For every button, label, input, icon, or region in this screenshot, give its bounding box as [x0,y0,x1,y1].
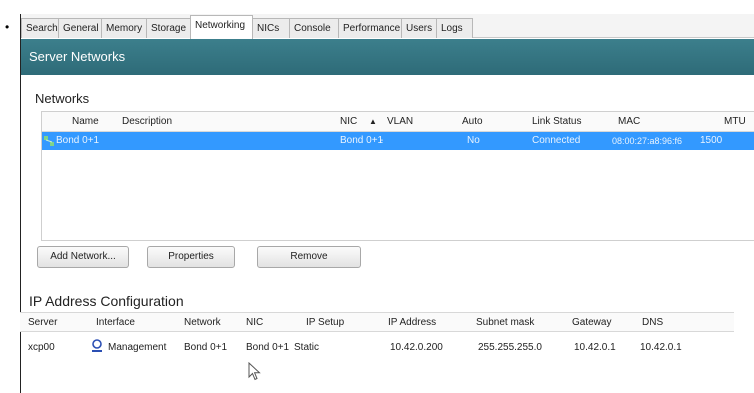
ip-config-table-header: Server Interface Network NIC IP Setup IP… [20,312,734,332]
tab-general[interactable]: General [58,18,102,38]
network-auto-cell: No [467,135,480,146]
networks-table-header: Name Description NIC ▲ VLAN Auto Link St… [42,112,754,132]
networks-table: Name Description NIC ▲ VLAN Auto Link St… [41,111,754,241]
network-mac-cell: 08:00:27:a8:96:f6 [612,136,683,146]
ip-config-section-title: IP Address Configuration [29,293,184,309]
ip-dns-cell: 10.42.0.1 [640,342,682,353]
column-header-nic[interactable]: NIC [246,317,263,328]
ip-nic-cell: Bond 0+1 [246,342,290,353]
ip-server-cell: xcp00 [28,342,55,353]
column-header-interface[interactable]: Interface [96,317,135,328]
network-mtu-cell: 1500 [700,135,723,146]
tab-networking[interactable]: Networking [190,15,253,39]
column-header-dns[interactable]: DNS [642,317,663,328]
tab-storage[interactable]: Storage [146,18,191,38]
column-header-subnet-mask[interactable]: Subnet mask [476,317,534,328]
network-nic-cell: Bond 0+1 [340,135,384,146]
network-name-cell: Bond 0+1 [56,135,100,146]
tab-search[interactable]: Search [21,18,59,38]
sort-ascending-icon: ▲ [369,117,377,126]
network-icon [44,136,54,146]
column-header-server[interactable]: Server [28,317,57,328]
column-header-ip-setup[interactable]: IP Setup [306,317,344,328]
cropped-caption [0,0,754,5]
header-banner: Server Networks [21,39,754,75]
network-link-status-cell: Connected [532,135,581,146]
tab-logs[interactable]: Logs [436,18,473,38]
remove-button[interactable]: Remove [257,246,361,268]
column-header-gateway[interactable]: Gateway [572,317,611,328]
tab-performance[interactable]: Performance [338,18,402,38]
networks-section-title: Networks [35,91,90,106]
mouse-pointer-icon [248,362,261,381]
column-header-network[interactable]: Network [184,317,221,328]
management-interface-icon [92,339,102,352]
ip-config-table: Server Interface Network NIC IP Setup IP… [20,312,734,393]
table-row[interactable]: Bond 0+1 Bond 0+1 - No Connected 08:00:2… [42,132,754,150]
tab-nics[interactable]: NICs [252,18,290,38]
column-header-description[interactable]: Description [122,116,172,127]
ip-address-cell: 10.42.0.200 [390,342,443,353]
tab-bar: Search General Memory Storage Networking… [21,14,754,39]
tab-memory[interactable]: Memory [101,18,147,38]
column-header-link-status[interactable]: Link Status [532,116,581,127]
column-header-ip-address[interactable]: IP Address [388,317,436,328]
ip-subnet-mask-cell: 255.255.255.0 [478,342,542,353]
network-vlan-cell: - [380,135,384,146]
page-title: Server Networks [29,49,126,64]
tab-users[interactable]: Users [401,18,437,38]
ip-network-cell: Bond 0+1 [184,342,228,353]
tab-console[interactable]: Console [289,18,339,38]
ip-interface-cell: Management [108,342,167,353]
column-header-name[interactable]: Name [72,116,99,127]
column-header-mtu[interactable]: MTU [724,116,746,127]
add-network-button[interactable]: Add Network... [37,246,129,268]
column-header-vlan[interactable]: VLAN [387,116,413,127]
ip-setup-cell: Static [294,342,320,353]
list-bullet: • [5,20,10,34]
column-header-mac[interactable]: MAC [618,116,640,127]
column-header-auto[interactable]: Auto [462,116,483,127]
properties-button[interactable]: Properties [147,246,235,268]
ip-gateway-cell: 10.42.0.1 [574,342,616,353]
column-header-nic[interactable]: NIC [340,116,357,127]
